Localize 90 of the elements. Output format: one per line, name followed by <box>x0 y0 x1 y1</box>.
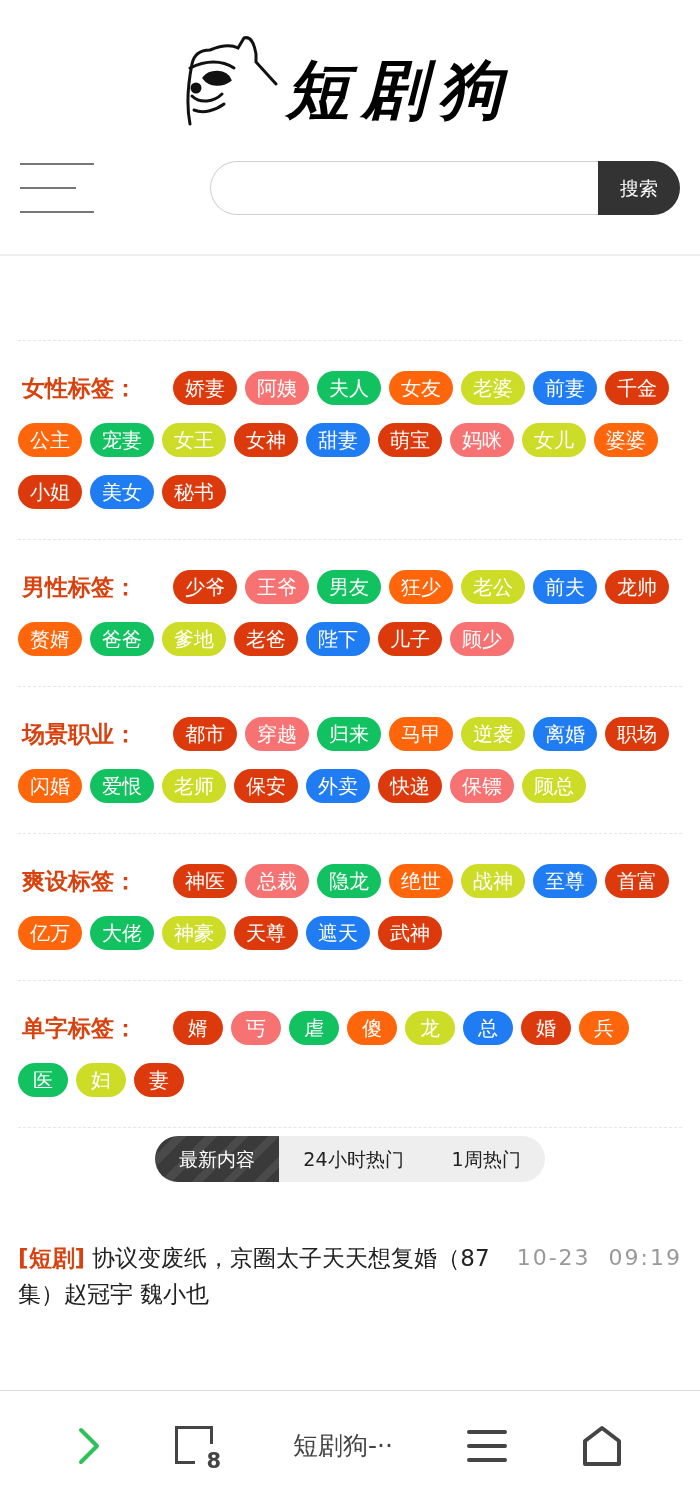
tag[interactable]: 儿子 <box>378 622 442 656</box>
tag-group-label: 男性标签： <box>20 573 138 602</box>
forward-icon[interactable] <box>77 1425 101 1466</box>
tag[interactable]: 男友 <box>317 570 381 604</box>
tag[interactable]: 总裁 <box>245 864 309 898</box>
menu-icon[interactable] <box>20 163 96 213</box>
tag[interactable]: 女儿 <box>522 423 586 457</box>
tag[interactable]: 夫人 <box>317 371 381 405</box>
tag[interactable]: 婚 <box>521 1011 571 1045</box>
tag[interactable]: 公主 <box>18 423 82 457</box>
tag[interactable]: 赘婿 <box>18 622 82 656</box>
tag[interactable]: 龙帅 <box>605 570 669 604</box>
tag[interactable]: 妻 <box>134 1063 184 1097</box>
tag[interactable]: 秘书 <box>162 475 226 509</box>
tag[interactable]: 前夫 <box>533 570 597 604</box>
tag[interactable]: 保安 <box>234 769 298 803</box>
tag[interactable]: 萌宝 <box>378 423 442 457</box>
tag[interactable]: 少爷 <box>173 570 237 604</box>
tag[interactable]: 甜妻 <box>306 423 370 457</box>
tag[interactable]: 保镖 <box>450 769 514 803</box>
tag[interactable]: 老公 <box>461 570 525 604</box>
tag[interactable]: 归来 <box>317 717 381 751</box>
tag-group-label: 女性标签： <box>21 374 138 403</box>
tag[interactable]: 丐 <box>231 1011 281 1045</box>
tag[interactable]: 宠妻 <box>90 423 154 457</box>
feed-tab[interactable]: 1周热门 <box>427 1136 545 1182</box>
tag[interactable]: 武神 <box>378 916 442 950</box>
tag[interactable]: 老婆 <box>461 371 525 405</box>
tag[interactable]: 女神 <box>234 423 298 457</box>
tag[interactable]: 大佬 <box>90 916 154 950</box>
search-field[interactable] <box>210 161 598 215</box>
tag[interactable]: 爱恨 <box>90 769 154 803</box>
tag[interactable]: 妈咪 <box>450 423 514 457</box>
tag[interactable]: 娇妻 <box>173 371 237 405</box>
feed-tab[interactable]: 24小时热门 <box>279 1136 428 1182</box>
article-title[interactable]: [短剧] 协议变废纸，京圈太子天天想复婚（87集）赵冠宇 魏小也 <box>18 1240 501 1312</box>
tag[interactable]: 马甲 <box>389 717 453 751</box>
tag[interactable]: 快递 <box>378 769 442 803</box>
feed-tab[interactable]: 最新内容 <box>155 1136 280 1182</box>
article-time: 10-23 09:19 <box>516 1244 682 1272</box>
tag[interactable]: 逆袭 <box>461 717 525 751</box>
tag[interactable]: 神豪 <box>162 916 226 950</box>
tag[interactable]: 狂少 <box>389 570 453 604</box>
tag[interactable]: 神医 <box>173 864 237 898</box>
tag[interactable]: 小姐 <box>18 475 82 509</box>
tag[interactable]: 天尊 <box>234 916 298 950</box>
tag[interactable]: 首富 <box>605 864 669 898</box>
tag[interactable]: 龙 <box>405 1011 455 1045</box>
tag[interactable]: 女友 <box>389 371 453 405</box>
tag[interactable]: 离婚 <box>533 717 597 751</box>
tag[interactable]: 总 <box>463 1011 513 1045</box>
home-icon[interactable] <box>581 1424 623 1467</box>
tag[interactable]: 千金 <box>605 371 669 405</box>
tag[interactable]: 顾总 <box>522 769 586 803</box>
tag[interactable]: 亿万 <box>18 916 82 950</box>
tag[interactable]: 遮天 <box>306 916 370 950</box>
tag[interactable]: 女王 <box>162 423 226 457</box>
tag[interactable]: 至尊 <box>533 864 597 898</box>
tag[interactable]: 隐龙 <box>317 864 381 898</box>
tag[interactable]: 职场 <box>605 717 669 751</box>
tag[interactable]: 陛下 <box>306 622 370 656</box>
tag[interactable]: 闪婚 <box>18 769 82 803</box>
tag[interactable]: 外卖 <box>306 769 370 803</box>
tag[interactable]: 医 <box>18 1063 68 1097</box>
tag[interactable]: 老师 <box>162 769 226 803</box>
tag[interactable]: 绝世 <box>389 864 453 898</box>
tag-group-label: 单字标签： <box>21 1014 138 1043</box>
tag[interactable]: 虐 <box>289 1011 339 1045</box>
tag[interactable]: 兵 <box>579 1011 629 1045</box>
tag[interactable]: 傻 <box>347 1011 397 1045</box>
site-logo[interactable]: 短剧狗 <box>286 58 514 130</box>
page-title: 短剧狗-·· <box>293 1429 393 1462</box>
tag[interactable]: 阿姨 <box>245 371 309 405</box>
tag[interactable]: 战神 <box>461 864 525 898</box>
tag[interactable]: 王爷 <box>245 570 309 604</box>
tag[interactable]: 爸爸 <box>90 622 154 656</box>
tag[interactable]: 都市 <box>173 717 237 751</box>
tag[interactable]: 婿 <box>173 1011 223 1045</box>
tag[interactable]: 妇 <box>76 1063 126 1097</box>
tag[interactable]: 爹地 <box>162 622 226 656</box>
tag[interactable]: 穿越 <box>245 717 309 751</box>
tag-group-label: 场景职业： <box>20 720 138 749</box>
tag-group-label: 爽设标签： <box>21 867 138 896</box>
tag[interactable]: 婆婆 <box>594 423 658 457</box>
tag[interactable]: 顾少 <box>450 622 514 656</box>
menu-icon[interactable] <box>466 1427 507 1464</box>
tag[interactable]: 老爸 <box>234 622 298 656</box>
tag[interactable]: 美女 <box>90 475 154 509</box>
tag[interactable]: 前妻 <box>533 371 597 405</box>
search-button[interactable]: 搜索 <box>598 161 680 215</box>
